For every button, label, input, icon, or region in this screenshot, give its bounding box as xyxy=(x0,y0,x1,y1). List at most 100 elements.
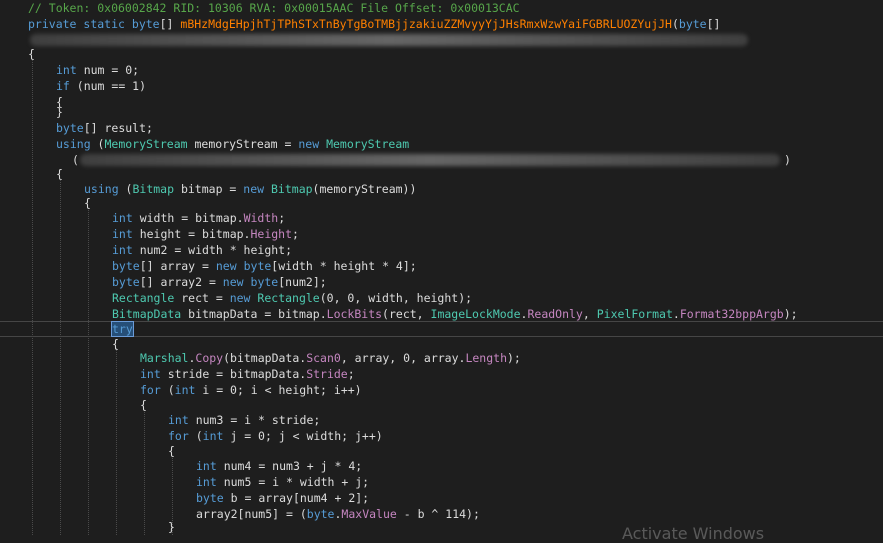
keyword: byte xyxy=(112,259,140,273)
code-text: ( xyxy=(188,429,203,443)
code-text: [] array2 = xyxy=(139,275,223,289)
code-line: int num2 = width * height; xyxy=(0,242,883,258)
code-line: } xyxy=(0,104,883,120)
property-name: Length xyxy=(465,351,507,365)
keyword: using xyxy=(56,137,91,151)
keyword: int xyxy=(112,243,133,257)
code-line: { xyxy=(0,195,883,211)
code-text: , array, 0, array. xyxy=(340,351,466,365)
type-name: Bitmap xyxy=(132,182,175,196)
keyword: if xyxy=(56,79,70,93)
code-editor[interactable]: // Token: 0x06002842 RID: 10306 RVA: 0x0… xyxy=(0,0,883,543)
method-name[interactable]: mBHzMdgEHpjhTjTPhSTxTnByTgBoTMBjjzakiuZZ… xyxy=(180,17,672,31)
code-text: ); xyxy=(507,351,521,365)
code-text: ; xyxy=(347,367,355,381)
code-text: ( xyxy=(160,383,175,397)
code-text: memoryStream = xyxy=(187,137,299,151)
method-call: LockBits xyxy=(326,307,383,321)
property-name: Stride xyxy=(306,367,348,381)
code-line: Marshal.Copy(bitmapData.Scan0, array, 0,… xyxy=(0,350,883,366)
property-name: Height xyxy=(250,227,293,241)
brace: { xyxy=(84,196,91,210)
type-name: PixelFormat xyxy=(596,307,673,321)
code-line: byte[] result; xyxy=(0,120,883,136)
keyword: byte xyxy=(196,491,224,505)
keyword: byte xyxy=(56,121,84,135)
keyword: int xyxy=(174,383,196,397)
code-text: num3 = i * stride; xyxy=(188,413,321,427)
code-text: stride = bitmapData. xyxy=(160,367,307,381)
code-line: Rectangle rect = new Rectangle(0, 0, wid… xyxy=(0,290,883,306)
code-line: // Token: 0x06002842 RID: 10306 RVA: 0x0… xyxy=(0,0,883,16)
property-name: Format32bppArgb xyxy=(679,307,784,321)
keyword: byte xyxy=(250,275,279,289)
current-line-highlight[interactable]: try xyxy=(0,321,883,337)
code-text: (memoryStream)) xyxy=(312,182,417,196)
code-line: { xyxy=(0,46,883,62)
brace: { xyxy=(168,444,175,458)
keyword: byte xyxy=(678,17,707,31)
code-line: for (int i = 0; i < height; i++) xyxy=(0,382,883,398)
keyword: int xyxy=(56,63,77,77)
brace: { xyxy=(140,398,147,412)
keyword: byte xyxy=(131,17,160,31)
type-name: MemoryStream xyxy=(104,137,188,151)
brace: } xyxy=(56,105,63,119)
code-text: [] result; xyxy=(83,121,153,135)
code-text: b = array[num4 + 2]; xyxy=(223,491,370,505)
activate-windows-watermark: Activate Windows xyxy=(622,524,765,543)
code-line: int num3 = i * stride; xyxy=(0,412,883,428)
code-text: i = 0; i < height; i++) xyxy=(195,383,362,397)
keyword-selected[interactable]: try xyxy=(111,321,134,337)
keyword: int xyxy=(202,429,224,443)
keyword: int xyxy=(112,211,133,225)
code-line: BitmapData bitmapData = bitmap.LockBits(… xyxy=(0,306,883,322)
code-text: bitmap = xyxy=(174,182,244,196)
code-line: { xyxy=(0,166,883,182)
code-text: num5 = i * width + j; xyxy=(216,475,370,489)
code-text: [] array = xyxy=(139,259,216,273)
keyword: private xyxy=(28,17,77,31)
brace: { xyxy=(28,47,35,61)
method-signature: private static byte[] mBHzMdgEHpjhTjTPhS… xyxy=(28,16,720,32)
punctuation: [] xyxy=(159,17,174,31)
code-text: [num2]; xyxy=(278,275,327,289)
code-text: height = bitmap. xyxy=(132,227,251,241)
code-text: num2 = width * height; xyxy=(132,243,293,257)
keyword: byte xyxy=(112,275,140,289)
token-comment: // Token: 0x06002842 RID: 10306 RVA: 0x0… xyxy=(28,1,520,15)
method-call: Copy xyxy=(195,351,224,365)
code-line: { xyxy=(0,397,883,413)
keyword: int xyxy=(112,227,133,241)
code-line: byte[] array = new byte[width * height *… xyxy=(0,258,883,274)
keyword: int xyxy=(196,475,217,489)
brace: } xyxy=(168,520,175,534)
code-text: (num == 1) xyxy=(69,79,147,93)
code-text: . xyxy=(672,307,680,321)
keyword: int xyxy=(168,413,189,427)
code-line: for (int j = 0; j < width; j++) xyxy=(0,428,883,444)
code-text: bitmapData = bitmap. xyxy=(181,307,327,321)
redacted-text xyxy=(30,34,748,46)
type-name: BitmapData xyxy=(112,307,182,321)
type-name: MemoryStream xyxy=(326,137,410,151)
code-line: int width = bitmap.Width; xyxy=(0,210,883,226)
type-name: Marshal xyxy=(140,351,189,365)
keyword: static xyxy=(83,17,125,31)
keyword: for xyxy=(168,429,189,443)
code-line: if (num == 1) xyxy=(0,78,883,94)
code-text: width = bitmap. xyxy=(132,211,244,225)
keyword: new xyxy=(215,259,237,273)
type-name: Bitmap xyxy=(271,182,313,196)
keyword: new xyxy=(243,182,265,196)
property-name: Scan0 xyxy=(306,351,341,365)
code-line: { xyxy=(0,443,883,459)
brace: { xyxy=(56,167,63,181)
code-line: byte[] array2 = new byte[num2]; xyxy=(0,274,883,290)
code-text: ; xyxy=(292,227,299,241)
keyword: new xyxy=(229,291,251,305)
code-text: (0, 0, width, height); xyxy=(319,291,473,305)
redacted-text xyxy=(80,154,780,166)
